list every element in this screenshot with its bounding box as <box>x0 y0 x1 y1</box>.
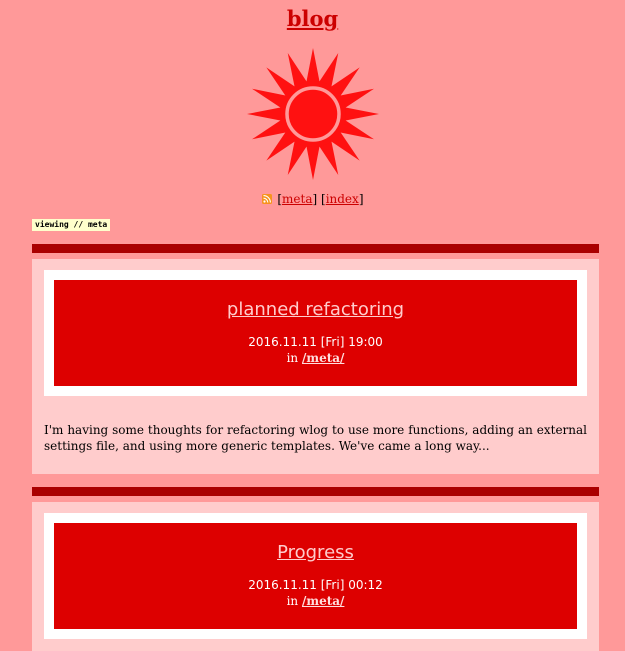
post-category-line: in /meta/ <box>64 350 567 366</box>
post-category-line: in /meta/ <box>64 593 567 609</box>
post-category-label: in <box>286 351 299 365</box>
post-date: 2016.11.11 [Fri] 19:00 <box>248 335 383 349</box>
post-category-link[interactable]: /meta/ <box>302 351 344 365</box>
post-divider <box>32 487 599 496</box>
post-title-link[interactable]: planned refactoring <box>227 299 404 320</box>
post-body: Progress 2016.11.11 [Fri] 00:12 in /meta… <box>32 502 599 651</box>
viewing-badge: viewing // meta <box>32 219 111 231</box>
post-header-frame: Progress 2016.11.11 [Fri] 00:12 in /meta… <box>44 513 587 639</box>
nav-link-index[interactable]: index <box>326 192 359 206</box>
post-title-link[interactable]: Progress <box>277 542 354 563</box>
post-divider <box>32 244 599 253</box>
rss-icon[interactable] <box>261 194 272 204</box>
sun-icon <box>246 48 379 180</box>
site-title-link[interactable]: blog <box>287 6 338 31</box>
post-category-link[interactable]: /meta/ <box>302 594 344 608</box>
nav-bracket: ] <box>312 192 318 206</box>
nav-bar: [meta] [index] <box>0 192 625 206</box>
nav-bracket: ] <box>358 192 364 206</box>
post-date: 2016.11.11 [Fri] 00:12 <box>248 578 383 592</box>
logo <box>0 44 625 194</box>
nav-link-meta[interactable]: meta <box>282 192 312 206</box>
site-title: blog <box>0 0 625 36</box>
post-excerpt: I'm having some thoughts for refactoring… <box>44 423 587 453</box>
post-header: Progress 2016.11.11 [Fri] 00:12 in /meta… <box>54 523 577 629</box>
post-header-frame: planned refactoring 2016.11.11 [Fri] 19:… <box>44 270 587 396</box>
post-header: planned refactoring 2016.11.11 [Fri] 19:… <box>54 280 577 386</box>
post-category-label: in <box>286 594 299 608</box>
post: Progress 2016.11.11 [Fri] 00:12 in /meta… <box>32 487 599 651</box>
post-body: planned refactoring 2016.11.11 [Fri] 19:… <box>32 259 599 474</box>
post: planned refactoring 2016.11.11 [Fri] 19:… <box>32 244 599 474</box>
